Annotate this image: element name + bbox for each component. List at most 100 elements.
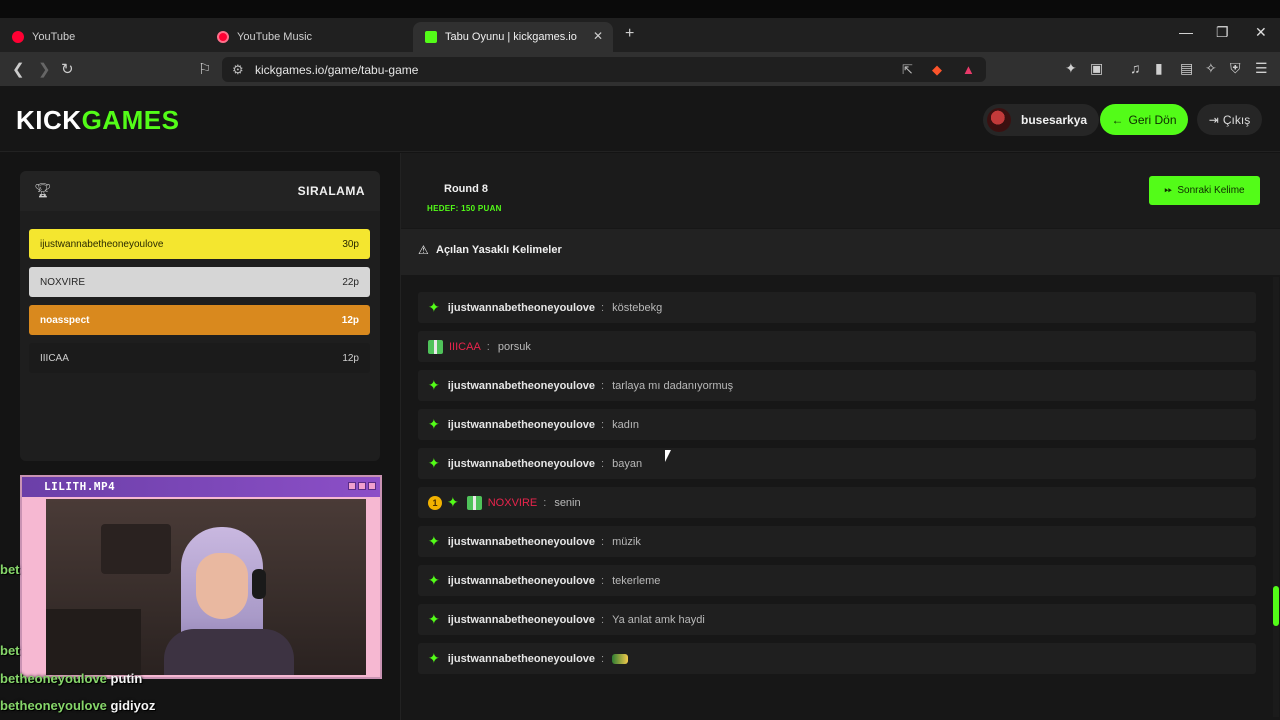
media-icon[interactable]: ♫ [1130,60,1141,76]
share-icon[interactable]: ⇱ [902,62,913,78]
chat-message: ✦ ijustwannabetheoneyoulove : tarlaya mı… [418,370,1256,401]
tab-label: Tabu Oyunu | kickgames.io [445,31,577,43]
overlay-chat-line: betheoneyoulove gidiyoz [0,698,155,713]
logo-games: GAMES [81,105,180,135]
chat-text: kadın [612,418,640,431]
webcam-title-bar: LILITH.MP4 [22,477,380,497]
webcam-title: LILITH.MP4 [44,480,116,493]
verified-spark-icon: ✦ [428,611,440,627]
ranking-header: 🏆︎ SIRALAMA [20,171,380,211]
ranking-row: noasspect 12p [29,305,370,335]
minimize-icon[interactable]: — [1179,24,1193,40]
verified-spark-icon: ✦ [428,572,440,588]
back-button-label: Geri Dön [1128,112,1177,127]
logo-kick: KICK [16,105,82,135]
user-profile-chip[interactable]: busesarkya [983,104,1100,136]
ranking-card: 🏆︎ SIRALAMA ijustwannabetheoneyoulove 30… [20,171,380,461]
game-main-area: Round 8 HEDEF: 150 PUAN ⏩︎ Sonraki Kelim… [400,153,1280,720]
overlay-chat-line: bet [0,562,20,577]
chat-text: tekerleme [612,574,661,587]
chat-username: ijustwannabetheoneyoulove [447,652,596,665]
overlay-chat-user: bet [0,562,20,577]
ranking-player-name: NOXVIRE [40,276,86,288]
chat-message: ✦ ijustwannabetheoneyoulove : Ya anlat a… [418,604,1256,635]
chat-text: Ya anlat amk haydi [612,613,705,626]
left-panel: 🏆︎ SIRALAMA ijustwannabetheoneyoulove 30… [0,153,400,720]
verified-spark-icon: ✦ [428,377,440,393]
back-arrow-icon[interactable]: ❮ [12,60,25,78]
round-info-bar: Round 8 HEDEF: 150 PUAN ⏩︎ Sonraki Kelim… [401,153,1280,228]
tab-kickgames[interactable]: Tabu Oyunu | kickgames.io ✕ [413,22,613,52]
chat-username: ijustwannabetheoneyoulove [447,418,596,431]
ranking-player-name: ijustwannabetheoneyoulove [40,238,164,250]
wallet-icon[interactable]: ▤ [1180,60,1193,77]
gift-icon [428,339,443,354]
vpn-icon[interactable]: ⛨ [1230,60,1241,77]
chat-text: porsuk [497,340,531,353]
leo-ai-icon[interactable]: ✧ [1205,60,1217,77]
warning-icon: ⚠ [418,243,429,257]
extensions-icon[interactable]: ✦ [1065,60,1077,77]
chat-scroll-thumb[interactable] [1273,586,1279,626]
chat-message: ✦ ijustwannabetheoneyoulove : [418,643,1256,674]
logout-icon: ⇥ [1208,112,1219,127]
menu-icon[interactable]: ☰ [1255,60,1268,77]
restore-icon[interactable]: ❐ [1216,24,1229,41]
url-text: kickgames.io/game/tabu-game [255,63,419,77]
chat-message: ✦ ijustwannabetheoneyoulove : müzik [418,526,1256,557]
webcam-video [46,499,366,675]
verified-spark-icon: ✦ [428,650,440,666]
overlay-chat-line: bet [0,643,20,658]
chat-username: NOXVIRE [487,496,538,509]
emote-icon [612,653,629,664]
chat-text: senin [554,496,581,509]
next-word-button[interactable]: ⏩︎ Sonraki Kelime [1149,176,1260,205]
reload-icon[interactable]: ↻ [61,60,74,78]
brave-shields-icon[interactable]: ◆ [932,62,942,78]
address-bar[interactable]: ⚙ kickgames.io/game/tabu-game ⇱ ◆ ▲ [222,57,986,82]
kickgames-logo[interactable]: KICKGAMES [16,105,179,136]
tab-youtube-music[interactable]: YouTube Music [205,22,410,52]
forward-arrow-icon[interactable]: ❯ [38,60,51,78]
ranking-player-score: 30p [342,238,359,250]
chat-username: ijustwannabetheoneyoulove [447,379,596,392]
next-word-label: Sonraki Kelime [1177,185,1245,196]
banned-words-header[interactable]: ⚠ Açılan Yasaklı Kelimeler [401,229,1280,275]
site-settings-icon[interactable]: ⚙ [232,62,244,78]
bookmark-icon[interactable]: ⚐ [198,60,211,78]
chat-message: IIICAA : porsuk [418,331,1256,362]
back-button[interactable]: ← Geri Dön [1100,104,1188,135]
new-tab-icon[interactable]: + [625,25,634,43]
chat-message: 1 ✦ NOXVIRE : senin [418,487,1256,518]
browser-nav-bar: ❮ ❯ ↻ ⚐ ⚙ kickgames.io/game/tabu-game ⇱ … [0,52,1280,86]
ranking-player-name: IIICAA [40,352,69,364]
chat-scrollbar[interactable] [1273,277,1279,717]
overlay-chat-user: bet [0,643,20,658]
tab-label: YouTube Music [237,31,313,43]
round-label: Round 8 [444,183,488,195]
chat-message-list[interactable]: ✦ ijustwannabetheoneyoulove : köstebekg … [418,275,1256,720]
youtube-icon [12,31,24,43]
verified-spark-icon: ✦ [428,533,440,549]
overlay-chat-text: putin [110,671,143,686]
overlay-chat-user: betheoneyoulove [0,671,107,686]
brave-rewards-icon[interactable]: ▲ [962,62,975,77]
chat-message: ✦ ijustwannabetheoneyoulove : tekerleme [418,565,1256,596]
exit-button[interactable]: ⇥ Çıkış [1197,104,1262,135]
close-tab-icon[interactable]: ✕ [593,29,603,43]
ranking-player-score: 12p [341,314,359,326]
ranking-player-name: noasspect [40,314,90,326]
ranking-title: SIRALAMA [297,184,365,198]
site-header: KICKGAMES busesarkya ← Geri Dön ⇥ Çıkış [0,86,1280,152]
webcam-overlay: LILITH.MP4 [20,475,382,679]
mouse-cursor-icon [665,450,671,462]
close-window-icon[interactable]: ✕ [1255,24,1267,41]
tab-youtube[interactable]: YouTube [0,22,205,52]
chat-text: bayan [612,457,643,470]
verified-spark-icon: ✦ [428,299,440,315]
youtube-music-icon [217,31,229,43]
sidebar-icon[interactable]: ▮ [1155,60,1163,77]
ranking-row: NOXVIRE 22p [29,267,370,297]
tab-search-icon[interactable]: ▣ [1090,60,1103,77]
ranking-row: IIICAA 12p [29,343,370,373]
